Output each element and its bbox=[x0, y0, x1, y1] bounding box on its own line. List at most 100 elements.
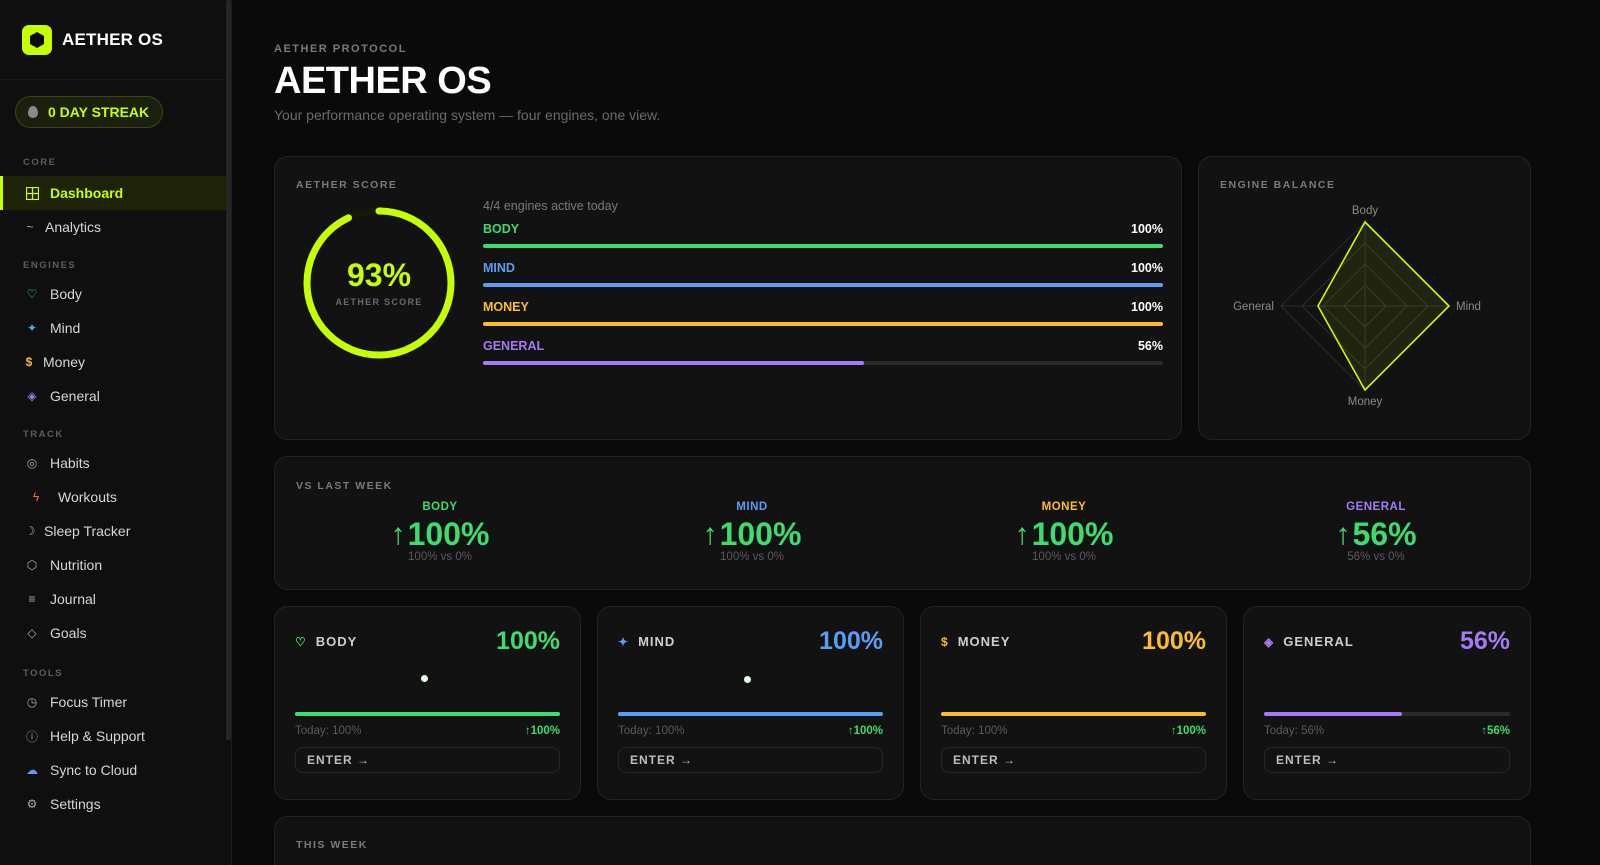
this-week-card: THIS WEEK bbox=[274, 816, 1531, 865]
sidebar-item-label: Help & Support bbox=[50, 728, 145, 744]
engine-bar-name: MONEY bbox=[483, 300, 529, 314]
sidebar-item-body[interactable]: ♡ Body bbox=[0, 277, 231, 311]
sidebar-item-label: Analytics bbox=[45, 219, 102, 235]
hexagon-icon: ⬡ bbox=[26, 558, 38, 572]
bar-fill bbox=[941, 712, 1206, 716]
sidebar-item-label: Body bbox=[50, 286, 82, 302]
bar-track bbox=[483, 322, 1163, 326]
dollar-icon: $ bbox=[25, 355, 33, 369]
engine-bar-pct: 100% bbox=[1131, 222, 1163, 236]
compare-name: BODY bbox=[422, 501, 458, 513]
sidebar-item-help-support[interactable]: ⓘ Help & Support bbox=[0, 719, 231, 753]
sidebar-item-habits[interactable]: ◎ Habits bbox=[0, 446, 231, 480]
engine-card-title: MONEY bbox=[957, 634, 1011, 649]
engine-bar-mind: MIND 100% bbox=[483, 261, 1163, 287]
main-content: AETHER PROTOCOL AETHER OS Your performan… bbox=[232, 0, 1600, 865]
engine-card-name: $ MONEY bbox=[941, 634, 1010, 649]
sidebar-item-label: General bbox=[50, 388, 100, 404]
bolt-icon: ϟ bbox=[32, 490, 40, 504]
compare-value: ↑ 100% bbox=[914, 516, 1214, 553]
sidebar-scrollbar[interactable] bbox=[226, 0, 231, 740]
engine-balance-card: ENGINE BALANCE Body Mind Money General bbox=[1198, 156, 1531, 440]
sidebar-item-general[interactable]: ◈ General bbox=[0, 379, 231, 413]
active-engines-text: 4/4 engines active today bbox=[483, 199, 618, 213]
compare-sub: 56% vs 0% bbox=[1347, 551, 1405, 563]
engine-card-delta: ↑100% bbox=[524, 725, 560, 737]
sidebar-item-goals[interactable]: ◇ Goals bbox=[0, 616, 231, 650]
compare-name: MIND bbox=[736, 501, 768, 513]
radar-axis-label-general: General bbox=[1233, 301, 1274, 313]
dollar-icon: $ bbox=[941, 634, 949, 649]
clock-icon: ◷ bbox=[26, 695, 38, 709]
sidebar-item-dashboard[interactable]: Dashboard bbox=[0, 176, 227, 210]
engine-card-body[interactable]: ♡ BODY 100% Today: 100% ↑100% ENTER → bbox=[274, 606, 581, 800]
radar-axis-label-body: Body bbox=[1352, 205, 1378, 217]
sidebar-item-nutrition[interactable]: ⬡ Nutrition bbox=[0, 548, 231, 582]
sidebar-item-settings[interactable]: ⚙ Settings bbox=[0, 787, 231, 821]
score-value: 93% bbox=[346, 257, 412, 293]
app-name: AETHER OS bbox=[62, 29, 163, 49]
app-root: AETHER OS 0 DAY STREAK CORE Dashboard ~ … bbox=[0, 0, 1600, 865]
arrow-up-icon: ↑ bbox=[1014, 517, 1030, 551]
engine-card-today: Today: 100% bbox=[941, 725, 1008, 737]
flame-icon bbox=[28, 106, 38, 118]
sidebar-item-analytics[interactable]: ~ Analytics bbox=[0, 210, 231, 244]
sidebar-item-label: Money bbox=[43, 354, 86, 370]
enter-button[interactable]: ENTER → bbox=[941, 747, 1206, 773]
bar-fill bbox=[483, 283, 1163, 287]
bar-fill bbox=[618, 712, 883, 716]
compare-general: GENERAL ↑ 56% 56% vs 0% bbox=[1226, 501, 1526, 563]
sidebar-item-label: Nutrition bbox=[50, 557, 103, 573]
hexagon-logo-icon bbox=[22, 24, 52, 55]
engine-bar-name: GENERAL bbox=[483, 339, 545, 353]
heart-icon: ♡ bbox=[26, 287, 38, 301]
enter-button[interactable]: ENTER → bbox=[1264, 747, 1510, 773]
gear-icon: ⚙ bbox=[26, 797, 38, 811]
sidebar-item-label: Journal bbox=[50, 591, 96, 607]
engine-bar-pct: 100% bbox=[1131, 300, 1163, 314]
compare-mind: MIND ↑ 100% 100% vs 0% bbox=[602, 501, 902, 563]
sidebar-item-journal[interactable]: ≡ Journal bbox=[0, 582, 231, 616]
app-logo[interactable]: AETHER OS bbox=[0, 0, 231, 80]
sidebar-item-focus-timer[interactable]: ◷ Focus Timer bbox=[0, 685, 231, 719]
page-title: AETHER OS bbox=[274, 60, 492, 102]
heart-icon: ♡ bbox=[295, 634, 307, 649]
trend-icon: ~ bbox=[26, 220, 34, 234]
sidebar-item-sleep-tracker[interactable]: ☽ Sleep Tracker bbox=[0, 514, 231, 548]
enter-button[interactable]: ENTER → bbox=[295, 747, 560, 773]
engine-card-track bbox=[295, 712, 560, 716]
section-engines: ENGINES bbox=[23, 260, 77, 271]
sidebar-item-workouts[interactable]: ϟ Workouts bbox=[0, 480, 231, 514]
sparkle-icon: ✦ bbox=[26, 321, 38, 335]
engine-card-money[interactable]: $ MONEY 100% Today: 100% ↑100% ENTER → bbox=[920, 606, 1227, 800]
sidebar-item-mind[interactable]: ✦ Mind bbox=[0, 311, 231, 345]
bar-track bbox=[483, 283, 1163, 287]
lines-icon: ≡ bbox=[28, 592, 36, 606]
sidebar-item-sync-to-cloud[interactable]: ☁ Sync to Cloud bbox=[0, 753, 231, 787]
engine-bar-pct: 100% bbox=[1131, 261, 1163, 275]
bar-track bbox=[483, 361, 1163, 365]
compare-name: MONEY bbox=[1041, 501, 1087, 513]
compare-money: MONEY ↑ 100% 100% vs 0% bbox=[914, 501, 1214, 563]
bar-fill bbox=[483, 361, 864, 365]
info-icon: ⓘ bbox=[25, 729, 38, 744]
engine-card-delta: ↑56% bbox=[1481, 725, 1510, 737]
enter-button[interactable]: ENTER → bbox=[618, 747, 883, 773]
engine-card-name: ◈ GENERAL bbox=[1264, 634, 1354, 649]
diamond-icon: ◈ bbox=[1264, 634, 1275, 649]
sidebar-item-label: Sync to Cloud bbox=[50, 762, 138, 778]
radar-shape bbox=[1317, 220, 1451, 392]
engine-bar-pct: 56% bbox=[1137, 339, 1163, 353]
target-icon: ◎ bbox=[26, 456, 38, 470]
sidebar-item-label: Goals bbox=[50, 625, 87, 641]
streak-badge[interactable]: 0 DAY STREAK bbox=[15, 96, 164, 128]
radar-axis-label-mind: Mind bbox=[1456, 301, 1481, 313]
engine-card-general[interactable]: ◈ GENERAL 56% Today: 56% ↑56% ENTER → bbox=[1243, 606, 1531, 800]
sidebar-item-money[interactable]: $ Money bbox=[0, 345, 231, 379]
engine-card-mind[interactable]: ✦ MIND 100% Today: 100% ↑100% ENTER → bbox=[597, 606, 904, 800]
engine-card-delta: ↑100% bbox=[847, 725, 883, 737]
section-core: CORE bbox=[23, 157, 57, 168]
engine-card-pct: 100% bbox=[819, 627, 883, 655]
engine-card-track bbox=[618, 712, 883, 716]
engine-card-track bbox=[941, 712, 1206, 716]
